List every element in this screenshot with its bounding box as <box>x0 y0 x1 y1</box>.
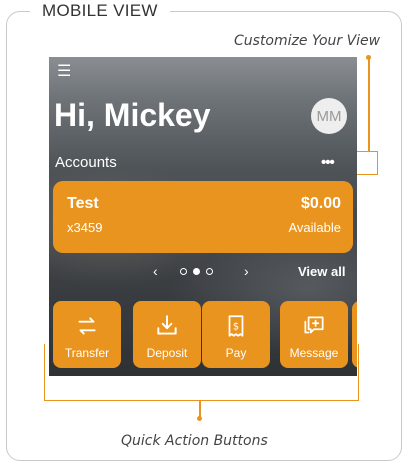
section-label: MOBILE VIEW <box>30 1 170 21</box>
callout-bracket-right <box>357 151 378 175</box>
account-balance: $0.00 <box>300 195 341 212</box>
chevron-left-icon[interactable]: ‹ <box>153 263 158 279</box>
chevron-right-icon[interactable]: › <box>244 263 249 279</box>
account-number: x3459 <box>67 220 103 235</box>
accounts-label: Accounts <box>55 154 117 171</box>
carousel-dot[interactable] <box>206 268 213 275</box>
transfer-icon <box>78 317 96 335</box>
callout-bracket-bottom <box>44 344 359 401</box>
svg-text:$: $ <box>233 321 239 332</box>
quick-actions-callout: Quick Action Buttons <box>121 433 268 449</box>
pay-icon: $ <box>228 315 244 337</box>
callout-line-top <box>368 57 370 151</box>
account-name: Test <box>67 195 99 212</box>
carousel-dot[interactable] <box>180 268 187 275</box>
phone-screen: ☰ Hi, Mickey MM Accounts ••• Test x3459 … <box>49 57 357 376</box>
avatar[interactable]: MM <box>311 98 347 134</box>
view-all-link[interactable]: View all <box>298 264 345 279</box>
carousel-dots <box>180 268 213 275</box>
message-icon <box>304 316 324 334</box>
greeting-heading: Hi, Mickey <box>54 97 211 133</box>
balance-label: Available <box>288 220 341 235</box>
hamburger-menu-icon[interactable]: ☰ <box>57 64 71 80</box>
account-card[interactable]: Test x3459 $0.00 Available <box>53 181 353 253</box>
customize-view-callout: Customize Your View <box>234 33 381 49</box>
callout-dot-bottom <box>197 416 202 421</box>
more-horizontal-icon[interactable]: ••• <box>321 154 335 171</box>
deposit-icon <box>157 315 177 335</box>
carousel-dot-active[interactable] <box>193 268 200 275</box>
